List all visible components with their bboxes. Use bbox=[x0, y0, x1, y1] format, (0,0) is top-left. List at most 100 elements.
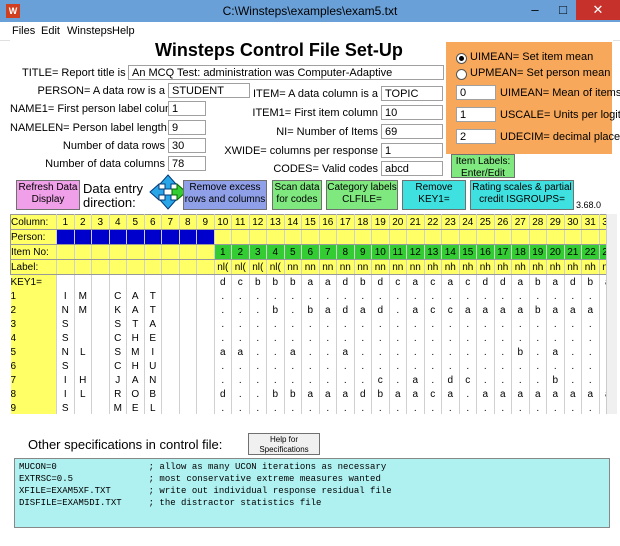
key-cell[interactable]: b bbox=[266, 274, 285, 289]
response-cell[interactable]: . bbox=[354, 317, 372, 331]
response-cell[interactable]: . bbox=[459, 401, 477, 414]
response-cell[interactable]: . bbox=[529, 331, 547, 345]
item-label-cell[interactable] bbox=[91, 259, 110, 275]
response-cell[interactable]: . bbox=[249, 401, 267, 414]
item-label-cell[interactable]: nn bbox=[353, 259, 372, 275]
response-cell[interactable]: . bbox=[266, 317, 285, 331]
response-cell[interactable]: . bbox=[249, 359, 267, 373]
namelen-input[interactable]: 9 bbox=[168, 120, 206, 135]
person-label-char[interactable]: M bbox=[74, 289, 92, 303]
person-cell[interactable] bbox=[406, 229, 425, 245]
person-cell[interactable] bbox=[371, 229, 390, 245]
person-cell[interactable] bbox=[476, 229, 495, 245]
response-cell[interactable]: . bbox=[371, 289, 390, 303]
key-cell[interactable] bbox=[179, 274, 197, 289]
person-label-char[interactable] bbox=[91, 401, 110, 414]
response-cell[interactable]: . bbox=[336, 331, 355, 345]
response-cell[interactable]: . bbox=[284, 373, 302, 387]
item-label-cell[interactable]: nn bbox=[406, 259, 425, 275]
response-cell[interactable]: . bbox=[564, 345, 582, 359]
key-cell[interactable]: d bbox=[476, 274, 495, 289]
response-cell[interactable]: . bbox=[476, 373, 495, 387]
response-cell[interactable]: c bbox=[371, 373, 390, 387]
person-label-char[interactable] bbox=[91, 359, 110, 373]
person-label-char[interactable] bbox=[196, 303, 215, 317]
response-cell[interactable]: . bbox=[581, 331, 600, 345]
person-label-char[interactable]: E bbox=[144, 331, 162, 345]
item-label-cell[interactable]: nh bbox=[441, 259, 460, 275]
person-label-char[interactable]: U bbox=[144, 359, 162, 373]
response-cell[interactable]: . bbox=[231, 373, 250, 387]
response-cell[interactable]: . bbox=[529, 345, 547, 359]
person-label-char[interactable] bbox=[91, 317, 110, 331]
person-label-char[interactable] bbox=[161, 289, 180, 303]
item-number[interactable] bbox=[56, 244, 75, 260]
person-cell[interactable] bbox=[56, 229, 75, 245]
response-cell[interactable]: . bbox=[511, 289, 530, 303]
item-number[interactable] bbox=[196, 244, 215, 260]
response-cell[interactable]: . bbox=[371, 317, 390, 331]
minimize-button[interactable]: – bbox=[520, 0, 550, 20]
response-cell[interactable]: a bbox=[564, 387, 582, 401]
person-label-char[interactable] bbox=[161, 401, 180, 414]
response-cell[interactable]: c bbox=[424, 303, 442, 317]
response-cell[interactable]: . bbox=[581, 345, 600, 359]
data-grid[interactable]: Column: 1 2 3 4 5 6 7 8 9 10 11 12 13 14 15 16 17 18 19 20 21… bbox=[10, 214, 610, 414]
rows-input[interactable]: 30 bbox=[168, 138, 206, 153]
response-cell[interactable]: . bbox=[476, 317, 495, 331]
response-cell[interactable]: . bbox=[459, 345, 477, 359]
name1-input[interactable]: 1 bbox=[168, 101, 206, 116]
key-cell[interactable] bbox=[56, 274, 75, 289]
person-cell[interactable] bbox=[318, 229, 337, 245]
response-cell[interactable]: a bbox=[546, 345, 565, 359]
response-cell[interactable]: . bbox=[284, 331, 302, 345]
person-cell[interactable] bbox=[178, 229, 197, 245]
person-label-char[interactable]: A bbox=[126, 303, 145, 317]
response-cell[interactable]: b bbox=[529, 303, 547, 317]
person-label-char[interactable] bbox=[91, 303, 110, 317]
response-cell[interactable]: . bbox=[494, 331, 512, 345]
item-label-cell[interactable]: nn bbox=[301, 259, 320, 275]
key-cell[interactable] bbox=[91, 274, 110, 289]
response-cell[interactable]: . bbox=[336, 289, 355, 303]
response-cell[interactable]: . bbox=[441, 345, 460, 359]
response-cell[interactable]: . bbox=[459, 289, 477, 303]
person-label-char[interactable]: I bbox=[56, 289, 75, 303]
response-cell[interactable]: a bbox=[389, 387, 407, 401]
person-label-char[interactable] bbox=[91, 345, 110, 359]
item-number[interactable]: 14 bbox=[441, 244, 460, 260]
response-cell[interactable]: . bbox=[249, 345, 267, 359]
key-cell[interactable]: a bbox=[319, 274, 337, 289]
key-cell[interactable]: c bbox=[424, 274, 442, 289]
response-cell[interactable]: a bbox=[581, 387, 600, 401]
response-cell[interactable]: . bbox=[214, 331, 232, 345]
person-label-char[interactable] bbox=[91, 387, 110, 401]
person-label-char[interactable]: A bbox=[126, 373, 145, 387]
response-cell[interactable]: . bbox=[266, 359, 285, 373]
person-label-char[interactable] bbox=[179, 345, 197, 359]
response-cell[interactable]: b bbox=[301, 303, 320, 317]
response-cell[interactable]: . bbox=[406, 331, 425, 345]
item-number[interactable]: 3 bbox=[248, 244, 267, 260]
response-cell[interactable]: . bbox=[494, 317, 512, 331]
person-label-char[interactable] bbox=[179, 359, 197, 373]
person-label-char[interactable]: S bbox=[56, 331, 75, 345]
key-cell[interactable]: a bbox=[301, 274, 320, 289]
item-label-cell[interactable] bbox=[56, 259, 75, 275]
person-label-char[interactable] bbox=[179, 317, 197, 331]
response-cell[interactable]: . bbox=[564, 317, 582, 331]
key-cell[interactable]: b bbox=[354, 274, 372, 289]
person-label-char[interactable] bbox=[74, 401, 92, 414]
response-cell[interactable]: . bbox=[319, 345, 337, 359]
key-cell[interactable]: b bbox=[284, 274, 302, 289]
person-label-char[interactable] bbox=[161, 345, 180, 359]
response-cell[interactable]: . bbox=[319, 359, 337, 373]
item-number[interactable]: 13 bbox=[423, 244, 442, 260]
item-label-cell[interactable]: nh bbox=[581, 259, 600, 275]
response-cell[interactable]: . bbox=[231, 359, 250, 373]
response-cell[interactable]: . bbox=[529, 373, 547, 387]
person-label-char[interactable]: T bbox=[144, 303, 162, 317]
person-label-char[interactable]: N bbox=[56, 303, 75, 317]
response-cell[interactable]: . bbox=[354, 373, 372, 387]
response-cell[interactable]: . bbox=[581, 289, 600, 303]
